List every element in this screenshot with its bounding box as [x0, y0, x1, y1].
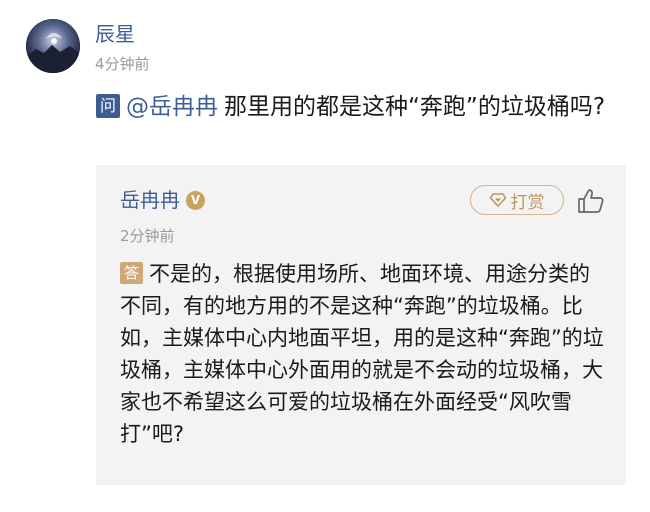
tip-label: 打赏	[510, 192, 545, 213]
post-author-name[interactable]: 辰星	[95, 20, 135, 48]
mention-link[interactable]: @岳冉冉	[126, 94, 218, 120]
verified-badge-icon: V	[186, 190, 205, 210]
answer-tag: 答	[120, 262, 144, 284]
thumbs-up-icon	[578, 189, 604, 213]
like-button[interactable]	[576, 186, 606, 216]
question-tag: 问	[96, 94, 121, 118]
answer-text-block: 答不是的，根据使用场所、地面环境、用途分类的不同，有的地方用的不是这种“奔跑”的…	[120, 258, 610, 450]
reply-author-name[interactable]: 岳冉冉	[120, 186, 180, 214]
reply-timestamp: 2分钟前	[120, 227, 175, 245]
question-text-block: 问 @岳冉冉 那里用的都是这种“奔跑”的垃圾桶吗?	[96, 90, 626, 124]
post-timestamp: 4分钟前	[95, 55, 150, 73]
avatar-image	[26, 19, 80, 73]
tip-button[interactable]: 打赏	[470, 185, 564, 215]
diamond-tip-icon	[489, 193, 506, 207]
reply-author[interactable]: 岳冉冉 V	[120, 186, 205, 214]
question-body: 那里用的都是这种“奔跑”的垃圾桶吗?	[224, 94, 606, 120]
reply-card: 岳冉冉 V 打赏 2分钟前 答不是的，根据使用场所、地面环境、用途分类的不同，有…	[96, 165, 626, 485]
avatar[interactable]	[26, 19, 80, 73]
answer-body: 不是的，根据使用场所、地面环境、用途分类的不同，有的地方用的不是这种“奔跑”的垃…	[120, 262, 604, 446]
